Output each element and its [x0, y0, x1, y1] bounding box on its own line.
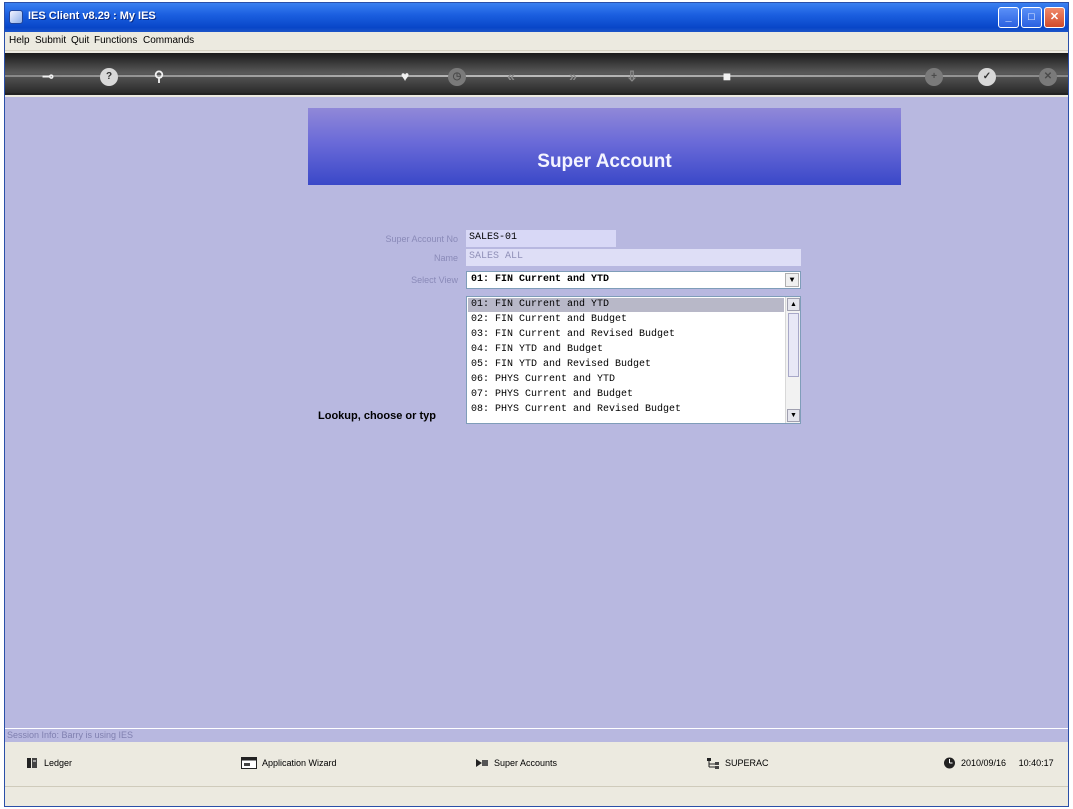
search-icon[interactable]: ⚲: [146, 63, 172, 89]
session-info: Session Info: Barry is using IES: [5, 728, 1068, 742]
list-item[interactable]: 08: PHYS Current and Revised Budget: [468, 403, 784, 417]
list-item[interactable]: 03: FIN Current and Revised Budget: [468, 328, 784, 342]
select-view-label: Select View: [411, 275, 458, 285]
superac-label: SUPERAC: [725, 758, 769, 768]
menu-functions[interactable]: Functions: [94, 35, 137, 46]
ledger-shortcut[interactable]: Ledger: [26, 757, 72, 771]
super-accounts-label: Super Accounts: [494, 758, 558, 768]
menu-bar: Help Submit Quit Functions Commands: [5, 32, 1068, 51]
ledger-icon: [27, 758, 37, 768]
account-no-label: Super Account No: [385, 234, 458, 244]
list-item[interactable]: 07: PHYS Current and Budget: [468, 388, 784, 402]
menu-help[interactable]: Help: [9, 35, 30, 46]
toolbar: ⊸ ? ⚲ ♥ ◷ « » ⇩ ■ + ✓ ✕: [5, 53, 1068, 95]
bottom-strip: [5, 786, 1068, 806]
application-wizard-shortcut[interactable]: Application Wizard: [241, 757, 337, 771]
superac-shortcut[interactable]: SUPERAC: [706, 757, 769, 771]
status-time: 10:40:17: [1018, 758, 1054, 768]
export-icon[interactable]: ⇩: [619, 63, 645, 89]
chevron-down-icon[interactable]: ▼: [785, 273, 799, 287]
status-date: 2010/09/16: [961, 758, 1007, 768]
scroll-thumb[interactable]: [788, 313, 799, 377]
list-scrollbar[interactable]: ▲ ▼: [785, 297, 800, 423]
main-area: Super Account Super Account No SALES-01 …: [5, 97, 1068, 728]
help-icon[interactable]: ?: [96, 63, 122, 89]
window-icon: [241, 757, 257, 769]
lookup-prompt: Lookup, choose or typ: [318, 410, 436, 422]
minimize-button[interactable]: _: [998, 7, 1019, 28]
hierarchy-icon: [707, 758, 719, 769]
scroll-up-icon[interactable]: ▲: [787, 298, 800, 311]
rewind-icon[interactable]: «: [498, 63, 524, 89]
app-window: IES Client v8.29 : My IES _ □ ✕ Help Sub…: [4, 2, 1069, 807]
select-view-dropdown[interactable]: 01: FIN Current and YTD ▼: [466, 271, 801, 289]
select-view-value: 01: FIN Current and YTD: [471, 274, 610, 285]
app-icon: [9, 10, 23, 24]
list-item[interactable]: 05: FIN YTD and Revised Budget: [468, 358, 784, 372]
menu-commands[interactable]: Commands: [143, 35, 194, 46]
stop-icon[interactable]: ■: [714, 63, 740, 89]
page-banner: Super Account: [308, 108, 901, 185]
maximize-button[interactable]: □: [1021, 7, 1042, 28]
menu-quit[interactable]: Quit: [71, 35, 89, 46]
menu-submit[interactable]: Submit: [35, 35, 66, 46]
clock-icon: [944, 757, 955, 769]
name-label: Name: [433, 253, 458, 263]
page-title: Super Account: [537, 151, 672, 172]
list-item[interactable]: 06: PHYS Current and YTD: [468, 373, 784, 387]
account-no-field[interactable]: SALES-01: [466, 230, 616, 247]
application-wizard-label: Application Wizard: [262, 758, 337, 768]
clock-icon[interactable]: ◷: [444, 63, 470, 89]
title-bar: IES Client v8.29 : My IES _ □ ✕: [5, 3, 1068, 32]
list-item[interactable]: 01: FIN Current and YTD: [468, 298, 784, 312]
super-accounts-shortcut[interactable]: Super Accounts: [475, 757, 557, 771]
status-bar: Ledger Application Wizard Super Accounts…: [5, 742, 1068, 786]
key-icon[interactable]: ⊸: [35, 63, 61, 89]
close-window-button[interactable]: ✕: [1044, 7, 1065, 28]
datetime-display: 2010/09/16 10:40:17: [943, 757, 1054, 771]
name-field: SALES ALL: [466, 249, 801, 266]
window-title: IES Client v8.29 : My IES: [28, 10, 156, 22]
heart-icon[interactable]: ♥: [392, 63, 418, 89]
view-options-list[interactable]: 01: FIN Current and YTD 02: FIN Current …: [466, 296, 801, 424]
add-icon[interactable]: +: [921, 63, 947, 89]
scroll-down-icon[interactable]: ▼: [787, 409, 800, 422]
ledger-label: Ledger: [44, 758, 73, 768]
list-item[interactable]: 02: FIN Current and Budget: [468, 313, 784, 327]
list-item[interactable]: 04: FIN YTD and Budget: [468, 343, 784, 357]
fast-forward-icon[interactable]: »: [560, 63, 586, 89]
accounts-icon: [476, 759, 488, 767]
ok-icon[interactable]: ✓: [974, 63, 1000, 89]
close-icon[interactable]: ✕: [1035, 63, 1061, 89]
